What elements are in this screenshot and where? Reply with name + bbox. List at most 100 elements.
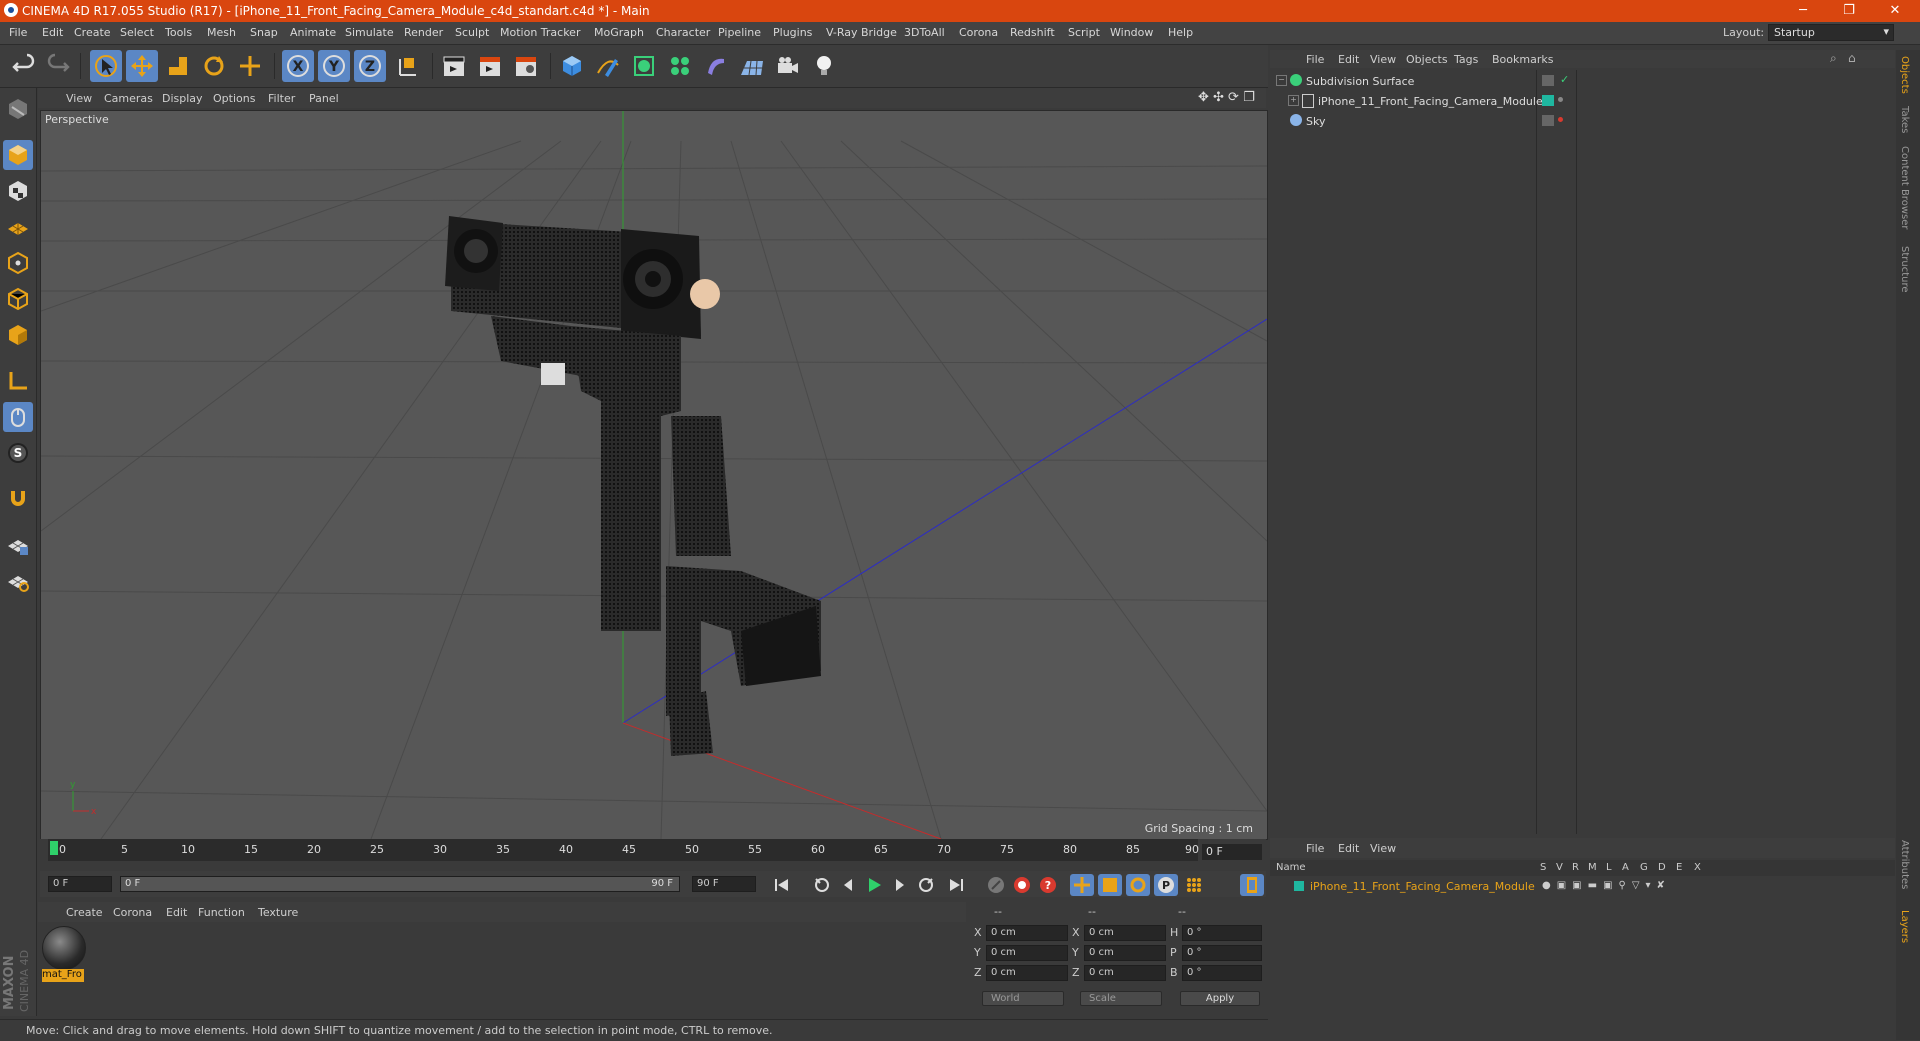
- viewport-navigation-icons[interactable]: ✥ ✣ ⟳ ❐: [1198, 90, 1255, 105]
- menu-corona[interactable]: Corona: [959, 26, 998, 39]
- object-row-subdivision-surface[interactable]: − Subdivision Surface ✓: [1270, 72, 1895, 90]
- material-menu-texture[interactable]: Texture: [258, 906, 298, 919]
- frame-range-slider[interactable]: 0 F 90 F: [120, 876, 680, 892]
- x-axis-lock-button[interactable]: X: [282, 50, 314, 82]
- rotation-h-field[interactable]: 0 °: [1182, 925, 1262, 941]
- collapse-toggle-icon[interactable]: −: [1276, 75, 1287, 86]
- key-position-button[interactable]: [1070, 874, 1094, 896]
- coordinate-mode-dropdown[interactable]: Scale: [1080, 991, 1162, 1006]
- cloner-button[interactable]: [664, 50, 696, 82]
- next-frame-button[interactable]: [888, 874, 912, 896]
- position-y-field[interactable]: 0 cm: [986, 945, 1068, 961]
- expand-toggle-icon[interactable]: +: [1288, 95, 1299, 106]
- maximize-button[interactable]: ❐: [1826, 0, 1872, 22]
- layout-dropdown[interactable]: Startup: [1768, 24, 1894, 41]
- position-z-field[interactable]: 0 cm: [986, 965, 1068, 981]
- menu-character[interactable]: Character: [656, 26, 710, 39]
- deformer-button[interactable]: [700, 50, 732, 82]
- menu-redshift[interactable]: Redshift: [1010, 26, 1055, 39]
- edges-mode-button[interactable]: [3, 284, 33, 314]
- key-parameter-button[interactable]: P: [1154, 874, 1178, 896]
- go-to-end-button[interactable]: [944, 874, 968, 896]
- menu-mesh[interactable]: Mesh: [207, 26, 236, 39]
- coordinate-space-dropdown[interactable]: World: [982, 991, 1064, 1006]
- points-mode-button[interactable]: [3, 248, 33, 278]
- make-editable-button[interactable]: [3, 94, 33, 124]
- rotation-p-field[interactable]: 0 °: [1182, 945, 1262, 961]
- viewport-menu-options[interactable]: Options: [213, 92, 255, 105]
- viewport-camera-label[interactable]: Perspective: [45, 113, 109, 126]
- object-name[interactable]: Subdivision Surface: [1306, 75, 1414, 88]
- visibility-dot-icon[interactable]: [1558, 97, 1563, 102]
- camera-button[interactable]: [772, 50, 804, 82]
- close-button[interactable]: ✕: [1872, 0, 1918, 22]
- coordinate-system-button[interactable]: [392, 50, 424, 82]
- redo-button[interactable]: [42, 50, 74, 82]
- object-row-sky[interactable]: Sky: [1270, 112, 1895, 130]
- previous-frame-button[interactable]: [836, 874, 860, 896]
- menu-create[interactable]: Create: [74, 26, 111, 39]
- menu-animate[interactable]: Animate: [290, 26, 336, 39]
- autokeying-button[interactable]: ?: [1036, 874, 1060, 896]
- menu-pipeline[interactable]: Pipeline: [718, 26, 761, 39]
- end-frame-field[interactable]: 90 F: [692, 876, 756, 892]
- size-z-field[interactable]: 0 cm: [1084, 965, 1166, 981]
- menu-simulate[interactable]: Simulate: [345, 26, 394, 39]
- menu-tools[interactable]: Tools: [165, 26, 192, 39]
- tab-layers[interactable]: Layers: [1899, 910, 1910, 943]
- layer-flag-icons[interactable]: ●▣▣▬▣⚲▽▾✘: [1542, 880, 1671, 891]
- motion-record-button[interactable]: [984, 874, 1008, 896]
- scale-tool-button[interactable]: [162, 50, 194, 82]
- viewport-menu-filter[interactable]: Filter: [268, 92, 295, 105]
- material-menu-corona[interactable]: Corona: [113, 906, 152, 919]
- previous-key-button[interactable]: [810, 874, 834, 896]
- object-menu-objects[interactable]: Objects: [1406, 53, 1448, 66]
- polygons-mode-button[interactable]: [3, 320, 33, 350]
- menu-3dtoall[interactable]: 3DToAll: [904, 26, 945, 39]
- layer-name[interactable]: iPhone_11_Front_Facing_Camera_Module: [1310, 880, 1535, 893]
- menu-select[interactable]: Select: [120, 26, 154, 39]
- current-frame-field[interactable]: 0 F: [1202, 844, 1262, 860]
- timeline-window-button[interactable]: [1240, 874, 1264, 896]
- rotate-tool-button[interactable]: [198, 50, 230, 82]
- workplane-mode-button[interactable]: [3, 212, 33, 242]
- layer-row[interactable]: iPhone_11_Front_Facing_Camera_Module ●▣▣…: [1270, 878, 1895, 894]
- live-selection-button[interactable]: [90, 50, 122, 82]
- key-scale-button[interactable]: [1098, 874, 1122, 896]
- menu-vray-bridge[interactable]: V-Ray Bridge: [826, 26, 897, 39]
- menu-file[interactable]: File: [9, 26, 27, 39]
- viewport-menu-panel[interactable]: Panel: [309, 92, 339, 105]
- next-key-button[interactable]: [914, 874, 938, 896]
- key-rotation-button[interactable]: [1126, 874, 1150, 896]
- z-axis-lock-button[interactable]: Z: [354, 50, 386, 82]
- timeline-ruler[interactable]: 0 5 10 15 20 25 30 35 40 45 50 55 60 65 …: [48, 839, 1199, 861]
- viewport-menu-display[interactable]: Display: [162, 92, 203, 105]
- floor-button[interactable]: [736, 50, 768, 82]
- render-view-button[interactable]: [438, 50, 470, 82]
- layer-menu-view[interactable]: View: [1370, 842, 1396, 855]
- search-icon[interactable]: ⌕: [1830, 51, 1837, 66]
- tweak-mode-button[interactable]: [3, 402, 33, 432]
- render-picture-viewer-button[interactable]: [474, 50, 506, 82]
- subdivision-surface-button[interactable]: [628, 50, 660, 82]
- object-menu-tags[interactable]: Tags: [1454, 53, 1478, 66]
- tab-content-browser[interactable]: Content Browser: [1899, 146, 1910, 229]
- position-x-field[interactable]: 0 cm: [986, 925, 1068, 941]
- menu-plugins[interactable]: Plugins: [773, 26, 812, 39]
- size-x-field[interactable]: 0 cm: [1084, 925, 1166, 941]
- object-menu-file[interactable]: File: [1306, 53, 1324, 66]
- tab-attributes[interactable]: Attributes: [1899, 840, 1910, 889]
- snap-button[interactable]: S: [3, 438, 33, 468]
- object-name[interactable]: iPhone_11_Front_Facing_Camera_Module: [1318, 95, 1543, 108]
- render-settings-button[interactable]: [510, 50, 542, 82]
- menu-window[interactable]: Window: [1110, 26, 1153, 39]
- object-menu-edit[interactable]: Edit: [1338, 53, 1359, 66]
- visibility-toggle-icon[interactable]: [1542, 75, 1554, 86]
- object-row-camera-module[interactable]: + iPhone_11_Front_Facing_Camera_Module: [1270, 92, 1895, 110]
- last-tool-button[interactable]: [234, 50, 266, 82]
- menu-sculpt[interactable]: Sculpt: [455, 26, 489, 39]
- layer-color-swatch[interactable]: [1294, 881, 1304, 891]
- apply-button[interactable]: Apply: [1180, 991, 1260, 1006]
- tab-structure[interactable]: Structure: [1899, 246, 1910, 293]
- go-to-start-button[interactable]: [770, 874, 794, 896]
